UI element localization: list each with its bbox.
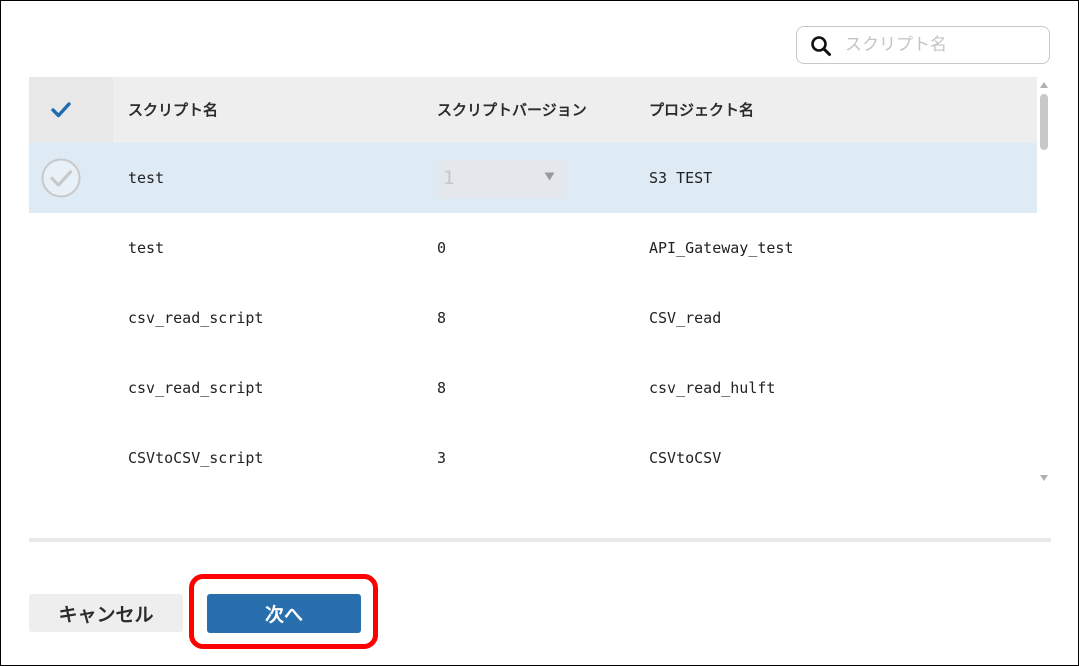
table-scrollbar[interactable]: [1037, 77, 1051, 487]
table-row[interactable]: test 0 API_Gateway_test: [29, 213, 1037, 283]
table-row[interactable]: csv_read_script 8 CSV_read: [29, 283, 1037, 353]
column-header-script-version[interactable]: スクリプトバージョン: [437, 99, 587, 120]
footer-divider: [29, 538, 1051, 542]
search-input[interactable]: [845, 33, 1041, 57]
table-row[interactable]: test 1 S3 TEST: [29, 143, 1037, 213]
scroll-up-arrow-icon[interactable]: [1040, 82, 1048, 88]
checkmark-icon[interactable]: [51, 101, 71, 119]
cell-script-version: 8: [437, 309, 447, 327]
next-button[interactable]: 次へ: [207, 594, 361, 633]
cell-project-name: S3 TEST: [649, 169, 713, 187]
table-row[interactable]: CSVtoCSV_script 3 CSVtoCSV: [29, 423, 1037, 493]
select-all-cell[interactable]: [29, 77, 113, 143]
column-header-script-name[interactable]: スクリプト名: [128, 99, 218, 120]
cell-project-name: CSVtoCSV: [649, 449, 722, 467]
cell-script-version: 0: [437, 239, 447, 257]
cell-script-name: CSVtoCSV_script: [128, 449, 264, 467]
scrollbar-thumb[interactable]: [1040, 94, 1048, 150]
version-dropdown[interactable]: 1: [437, 160, 565, 198]
chevron-down-icon: [544, 172, 555, 181]
script-table: スクリプト名 スクリプトバージョン プロジェクト名 test 1 S3 TEST…: [29, 77, 1037, 527]
cell-script-version: 3: [437, 449, 447, 467]
cell-script-name: test: [128, 239, 165, 257]
cell-project-name: API_Gateway_test: [649, 239, 794, 257]
cell-script-version: 8: [437, 379, 447, 397]
column-header-project-name[interactable]: プロジェクト名: [649, 99, 754, 120]
cell-project-name: CSV_read: [649, 309, 722, 327]
version-dropdown-value: 1: [443, 167, 456, 189]
scroll-down-arrow-icon[interactable]: [1040, 475, 1048, 481]
cancel-button[interactable]: キャンセル: [29, 594, 183, 632]
table-header: スクリプト名 スクリプトバージョン プロジェクト名: [29, 77, 1037, 143]
cell-script-name: csv_read_script: [128, 309, 264, 327]
search-icon: [811, 36, 831, 56]
table-row[interactable]: csv_read_script 8 csv_read_hulft: [29, 353, 1037, 423]
dialog-frame: スクリプト名 スクリプトバージョン プロジェクト名 test 1 S3 TEST…: [0, 0, 1079, 666]
search-box[interactable]: [796, 26, 1050, 64]
cell-script-name: test: [128, 169, 165, 187]
cell-script-name: csv_read_script: [128, 379, 264, 397]
row-checkmark-icon[interactable]: [41, 158, 81, 198]
cell-project-name: csv_read_hulft: [649, 379, 776, 397]
